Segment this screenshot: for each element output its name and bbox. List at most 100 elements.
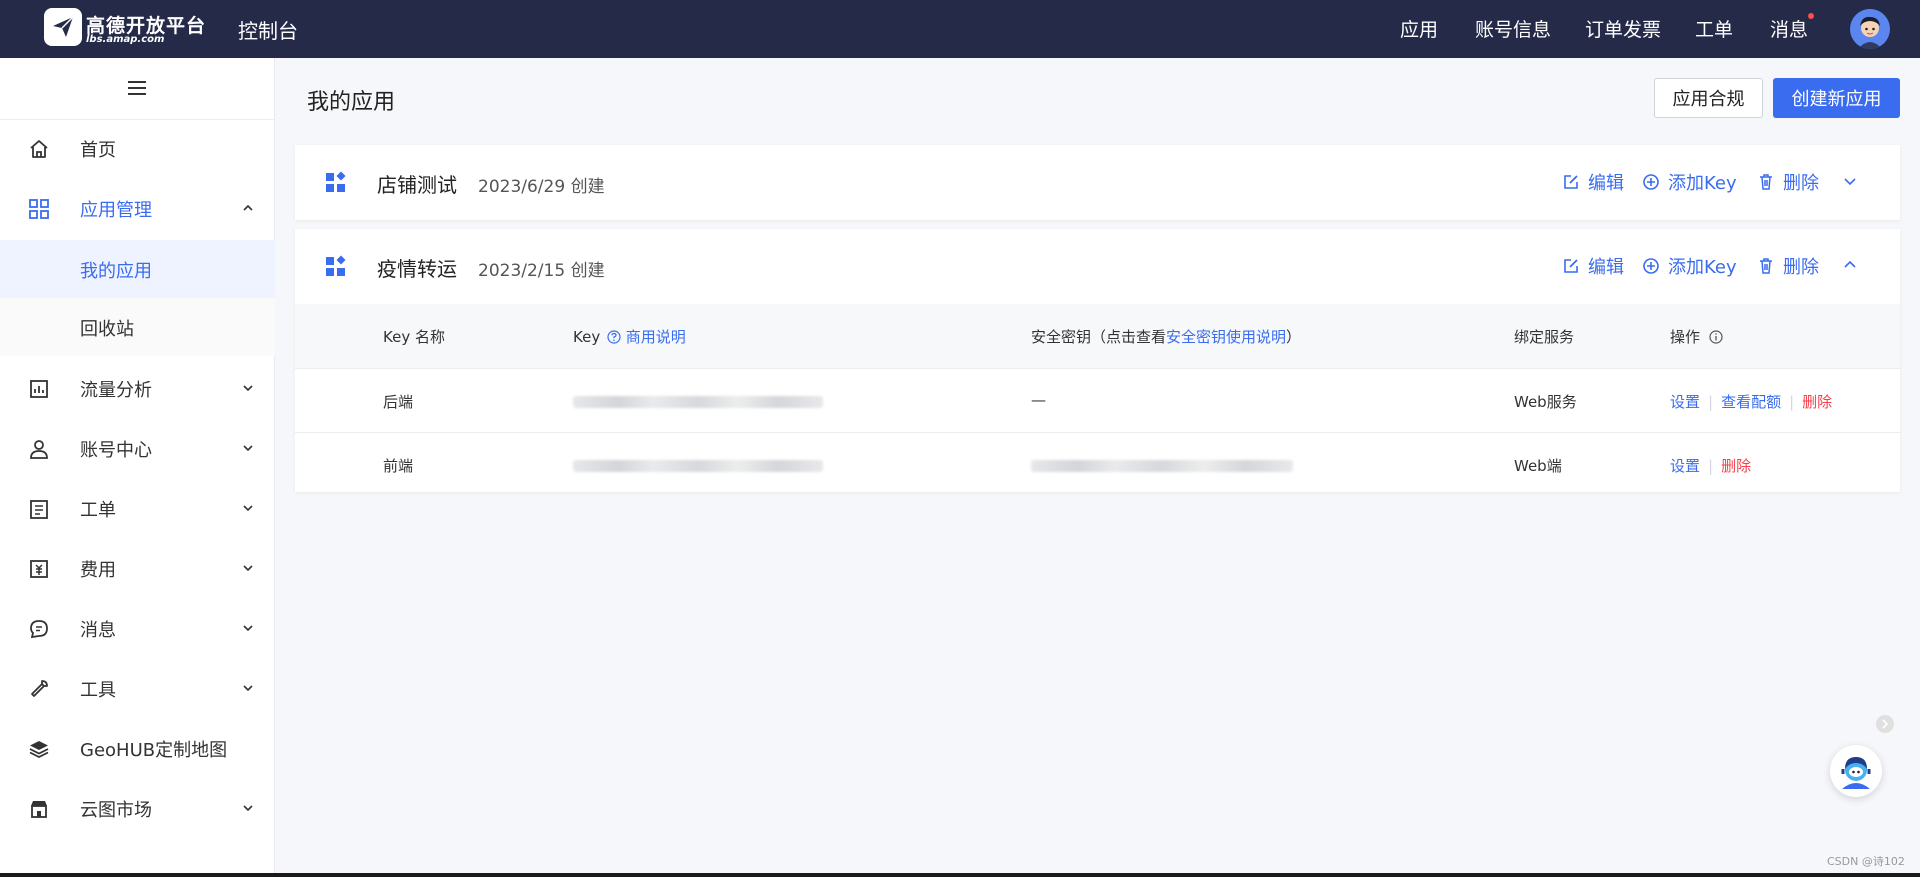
- info-circle-icon[interactable]: [1709, 330, 1723, 344]
- chevron-up-icon[interactable]: [1842, 257, 1858, 273]
- app-name: 店铺测试: [377, 173, 457, 197]
- sidebar-item-cloud-market[interactable]: 云图市场: [0, 780, 275, 836]
- app-created-date: 2023/6/29 创建: [478, 177, 605, 197]
- page-title: 我的应用: [307, 90, 396, 115]
- sidebar-item-tickets[interactable]: 工单: [0, 480, 275, 536]
- chevron-down-icon: [243, 685, 253, 692]
- col-service: 绑定服务: [1514, 328, 1575, 346]
- chevron-down-icon[interactable]: [1842, 173, 1858, 189]
- delete-key-link[interactable]: 删除: [1721, 457, 1751, 475]
- secret-usage-link[interactable]: 安全密钥使用说明: [1166, 328, 1286, 346]
- bound-service: Web端: [1514, 457, 1562, 475]
- app-compliance-button[interactable]: 应用合规: [1654, 78, 1763, 118]
- question-circle-icon: [607, 330, 621, 344]
- topnav-apps[interactable]: 应用: [1400, 15, 1438, 42]
- ticket-icon: [30, 500, 48, 519]
- close-help-icon[interactable]: [1876, 715, 1894, 733]
- sidebar-item-home-label: 首页: [80, 140, 116, 161]
- masked-secret[interactable]: [1031, 460, 1293, 472]
- topnav-tickets[interactable]: 工单: [1695, 15, 1733, 42]
- key-name: 后端: [383, 393, 414, 411]
- app-name: 疫情转运: [377, 257, 457, 281]
- view-quota-link[interactable]: 查看配额: [1721, 393, 1781, 411]
- table-row: 后端 — Web服务 设置 | 查看配额 | 删除: [295, 368, 1900, 432]
- sidebar-item-app-management[interactable]: 应用管理: [0, 180, 275, 236]
- key-table-header: Key 名称 Key 商用说明 安全密钥（点击查看安全密钥使用说明） 绑定服务 …: [295, 304, 1900, 368]
- sidebar-item-app-management-label: 应用管理: [80, 200, 152, 221]
- sidebar: 首页 应用管理 我的应用 回收站 流量分析 账号中心 工单 费用 消息 工具 G…: [0, 58, 275, 877]
- trash-icon: [1760, 174, 1772, 190]
- chevron-up-icon: [243, 204, 253, 211]
- col-secret: 安全密钥（点击查看安全密钥使用说明）: [1031, 328, 1302, 346]
- sidebar-item-account-center[interactable]: 账号中心: [0, 420, 275, 476]
- app-blocks-icon: [326, 171, 346, 192]
- sidebar-item-home[interactable]: 首页: [0, 120, 275, 176]
- chart-icon: [30, 380, 48, 398]
- sidebar-item-geohub[interactable]: GeoHUB定制地图: [0, 720, 275, 776]
- sidebar-item-tools[interactable]: 工具: [0, 660, 275, 716]
- home-icon: [30, 140, 48, 158]
- sidebar-item-messages-label: 消息: [80, 620, 116, 641]
- user-icon: [30, 440, 48, 459]
- unread-dot-icon: [1808, 13, 1815, 19]
- row-operations: 设置 | 查看配额 | 删除: [1670, 393, 1833, 411]
- topnav-messages[interactable]: 消息: [1770, 13, 1815, 42]
- col-key: Key 商用说明: [573, 328, 686, 346]
- app-card-header[interactable]: 疫情转运 2023/2/15 创建 编辑 添加Key 删除: [295, 229, 1900, 304]
- apps-grid-icon: [29, 199, 49, 219]
- console-title: 控制台: [238, 19, 298, 43]
- layers-icon: [29, 741, 49, 759]
- delete-key-link[interactable]: 删除: [1802, 393, 1832, 411]
- app-card-2: 疫情转运 2023/2/15 创建 编辑 添加Key 删除 Key 名称 Key…: [295, 229, 1900, 492]
- top-navigation-bar: 高德开放平台 lbs.amap.com 控制台 应用 账号信息 订单发票 工单 …: [0, 0, 1920, 58]
- sidebar-item-tools-label: 工具: [80, 680, 116, 701]
- watermark: CSDN @诗102: [1827, 855, 1905, 868]
- settings-link[interactable]: 设置: [1670, 457, 1700, 475]
- row-operations: 设置 | 删除: [1670, 457, 1752, 475]
- customer-service-icon[interactable]: [1830, 745, 1882, 797]
- edit-icon: [1564, 175, 1578, 189]
- message-icon: [30, 620, 48, 639]
- sidebar-item-geohub-label: GeoHUB定制地图: [80, 740, 228, 761]
- sidebar-subitem-my-apps[interactable]: 我的应用: [0, 240, 275, 298]
- sidebar-item-messages[interactable]: 消息: [0, 600, 275, 656]
- sidebar-subitem-recycle-bin-label: 回收站: [80, 319, 134, 340]
- key-name: 前端: [383, 457, 414, 475]
- topnav-account-info[interactable]: 账号信息: [1475, 15, 1551, 42]
- logo-url: lbs.amap.com: [86, 34, 165, 45]
- chevron-down-icon: [243, 505, 253, 512]
- hamburger-menu-icon[interactable]: [128, 81, 146, 95]
- chevron-down-icon: [243, 565, 253, 572]
- masked-key: [573, 460, 823, 472]
- chevron-down-icon: [243, 805, 253, 812]
- sidebar-item-account-center-label: 账号中心: [80, 440, 152, 461]
- app-card-header[interactable]: 店铺测试 2023/6/29 创建 编辑 添加Key 删除: [295, 145, 1900, 220]
- sidebar-item-fees-label: 费用: [80, 560, 116, 581]
- user-avatar[interactable]: [1850, 9, 1890, 49]
- edit-icon: [1564, 259, 1578, 273]
- secret-value: —: [1031, 391, 1046, 409]
- chevron-down-icon: [243, 625, 253, 632]
- masked-key: [573, 396, 823, 408]
- create-app-button[interactable]: 创建新应用: [1773, 78, 1900, 118]
- sidebar-item-traffic-analysis-label: 流量分析: [80, 380, 152, 401]
- cartoon-avatar-icon: [1850, 9, 1890, 49]
- trash-icon: [1760, 258, 1772, 274]
- store-icon: [31, 801, 47, 818]
- chevron-down-icon: [243, 445, 253, 452]
- table-row: 前端 Web端 设置 | 删除: [295, 432, 1900, 496]
- bound-service: Web服务: [1514, 393, 1577, 411]
- app-created-date: 2023/2/15 创建: [478, 261, 605, 281]
- wrench-icon: [31, 680, 48, 697]
- topnav-orders-invoices[interactable]: 订单发票: [1585, 15, 1661, 42]
- settings-link[interactable]: 设置: [1670, 393, 1700, 411]
- amap-logo[interactable]: 高德开放平台 lbs.amap.com: [44, 8, 205, 48]
- commercial-info-link[interactable]: 商用说明: [626, 328, 686, 346]
- sidebar-subitem-recycle-bin[interactable]: 回收站: [0, 298, 275, 356]
- sidebar-item-traffic-analysis[interactable]: 流量分析: [0, 360, 275, 416]
- sidebar-subitem-my-apps-label: 我的应用: [80, 261, 152, 282]
- col-key-name: Key 名称: [383, 328, 445, 346]
- sidebar-item-fees[interactable]: 费用: [0, 540, 275, 596]
- paper-plane-logo-icon: [44, 8, 82, 46]
- fee-icon: [30, 560, 48, 578]
